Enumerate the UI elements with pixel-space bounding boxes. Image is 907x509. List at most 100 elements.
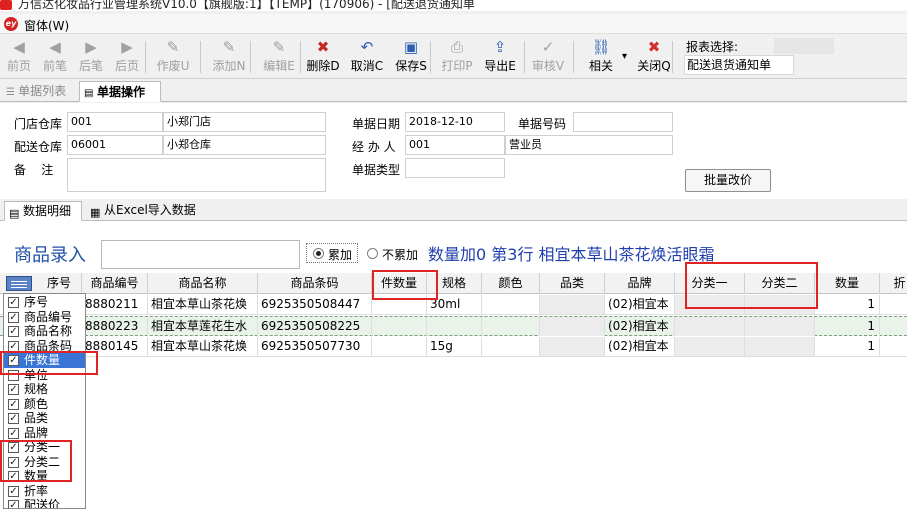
checkbox-checked-icon[interactable]: ✓ <box>8 384 19 395</box>
column-chooser-item[interactable]: ✓ 规格 <box>4 382 85 397</box>
col-header-name[interactable]: 商品名称 <box>148 273 258 294</box>
cell-qty[interactable]: 1 <box>815 317 880 336</box>
cell-brand[interactable]: (02)相宜本 <box>605 337 675 356</box>
checkbox-checked-icon[interactable]: ✓ <box>8 471 19 482</box>
batch-reprice-button[interactable]: 批量改价 <box>685 169 771 192</box>
dist-warehouse-code-input[interactable]: 06001 <box>67 135 163 155</box>
col-header-code[interactable]: 商品编号 <box>82 273 148 294</box>
close-button[interactable]: ✖ 关闭Q <box>636 37 672 77</box>
cancel-button[interactable]: ↶ 取消C <box>349 37 385 77</box>
cell-pieces[interactable] <box>372 337 427 356</box>
handler-name-input[interactable]: 营业员 <box>505 135 673 155</box>
checkbox-checked-icon[interactable]: ✓ <box>8 413 19 424</box>
cell-class1[interactable] <box>675 295 745 314</box>
column-chooser-item[interactable]: ✓ 配送价 <box>4 498 85 508</box>
column-chooser-item[interactable]: ✓ 商品条码 <box>4 339 85 354</box>
edit-button[interactable]: ✎ 编辑E <box>261 37 297 77</box>
checkbox-checked-icon[interactable]: ✓ <box>8 297 19 308</box>
checkbox-unchecked-icon[interactable] <box>8 369 19 381</box>
col-header-category[interactable]: 品类 <box>540 273 605 294</box>
col-header-color[interactable]: 颜色 <box>482 273 540 294</box>
column-chooser-item[interactable]: ✓ 商品编号 <box>4 310 85 325</box>
column-chooser-item[interactable]: ✓ 品牌 <box>4 426 85 441</box>
cell-qty[interactable]: 1 <box>815 295 880 314</box>
cell-discount[interactable] <box>880 337 907 356</box>
checkbox-checked-icon[interactable]: ✓ <box>8 442 19 453</box>
col-header-barcode[interactable]: 商品条码 <box>258 273 372 294</box>
col-header-qty[interactable]: 数量 <box>815 273 880 294</box>
column-chooser-item[interactable]: ✓ 件数量 <box>4 353 85 368</box>
tab-data-detail[interactable]: ▤ 数据明细 <box>4 201 82 221</box>
column-chooser-item[interactable]: ✓ 分类一 <box>4 440 85 455</box>
cell-category[interactable] <box>540 295 605 314</box>
remark-input[interactable] <box>67 158 326 192</box>
store-warehouse-name-input[interactable]: 小郑门店 <box>163 112 326 132</box>
tab-excel-import[interactable]: ▦ 从Excel导入数据 <box>86 201 204 221</box>
checkbox-checked-icon[interactable]: ✓ <box>8 456 19 468</box>
doc-number-input[interactable] <box>573 112 673 132</box>
col-header-class1[interactable]: 分类一 <box>675 273 745 294</box>
cell-barcode[interactable]: 6925350508447 <box>258 295 372 314</box>
cell-class1[interactable] <box>675 337 745 356</box>
checkbox-checked-icon[interactable]: ✓ <box>8 500 19 508</box>
cell-brand[interactable]: (02)相宜本 <box>605 295 675 314</box>
column-chooser-item[interactable]: ✓ 数量 <box>4 469 85 484</box>
tab-document-ops[interactable]: ▤ 单据操作 <box>79 81 161 102</box>
add-button[interactable]: ✎ 添加N <box>211 37 247 77</box>
doc-type-input[interactable] <box>405 158 505 178</box>
report-select-input[interactable]: 配送退货通知单 <box>684 55 794 75</box>
column-chooser-item[interactable]: ✓ 品类 <box>4 411 85 426</box>
doc-date-input[interactable]: 2018-12-10 <box>405 112 505 132</box>
cell-class2[interactable] <box>745 295 815 314</box>
cell-name[interactable]: 相宜本草莲花生水 <box>148 317 258 336</box>
cell-barcode[interactable]: 6925350507730 <box>258 337 372 356</box>
column-menu-icon[interactable] <box>6 276 32 291</box>
cell-pieces[interactable] <box>372 317 427 336</box>
cell-spec[interactable]: 30ml <box>427 295 482 314</box>
related-button[interactable]: ⛓ 相关 <box>583 37 619 77</box>
col-header-pieces[interactable]: 件数量 <box>372 273 427 294</box>
table-row[interactable]: 8880223 相宜本草莲花生水 6925350508225 (02)相宜本 1 <box>0 316 907 336</box>
checkbox-checked-icon[interactable]: ✓ <box>8 326 19 337</box>
checkbox-checked-icon[interactable]: ✓ <box>8 311 19 323</box>
col-header-discount[interactable]: 折 <box>880 273 907 294</box>
audit-button[interactable]: ✓ 审核V <box>530 37 566 77</box>
cell-category[interactable] <box>540 337 605 356</box>
prev-record-button[interactable]: ◀ 前笔 <box>37 37 73 77</box>
column-chooser-item[interactable]: ✓ 序号 <box>4 295 85 310</box>
checkbox-checked-icon[interactable]: ✓ <box>8 355 19 366</box>
col-header-brand[interactable]: 品牌 <box>605 273 675 294</box>
export-button[interactable]: ⇪ 导出E <box>482 37 518 77</box>
cell-code[interactable]: 8880223 <box>82 317 148 336</box>
col-header-class2[interactable]: 分类二 <box>745 273 815 294</box>
save-button[interactable]: ▣ 保存S <box>393 37 429 77</box>
table-row[interactable]: 8880145 相宜本草山茶花焕 6925350507730 15g (02)相宜本 1 <box>0 337 907 357</box>
cell-code[interactable]: 8880211 <box>82 295 148 314</box>
cell-name[interactable]: 相宜本草山茶花焕 <box>148 295 258 314</box>
print-button[interactable]: ⎙ 打印P <box>439 37 475 77</box>
next-record-button[interactable]: ▶ 后笔 <box>73 37 109 77</box>
prev-page-button[interactable]: ◀ 前页 <box>1 37 37 77</box>
cell-class2[interactable] <box>745 337 815 356</box>
column-chooser-item[interactable]: ✓ 颜色 <box>4 397 85 412</box>
product-entry-input[interactable] <box>101 240 300 269</box>
cell-barcode[interactable]: 6925350508225 <box>258 317 372 336</box>
cell-pieces[interactable] <box>372 295 427 314</box>
tab-document-list[interactable]: ☰ 单据列表 <box>2 81 76 102</box>
col-header-seq[interactable]: 序号 <box>37 273 82 294</box>
checkbox-checked-icon[interactable]: ✓ <box>8 398 19 410</box>
menu-window[interactable]: 窗体(W) <box>24 17 69 34</box>
dist-warehouse-name-input[interactable]: 小郑仓库 <box>163 135 326 155</box>
cell-color[interactable] <box>482 295 540 314</box>
column-chooser-item[interactable]: ✓ 折率 <box>4 484 85 499</box>
table-row[interactable]: 8880211 相宜本草山茶花焕 6925350508447 30ml (02)相宜本 1 <box>0 295 907 315</box>
cell-class1[interactable] <box>675 317 745 336</box>
checkbox-checked-icon[interactable]: ✓ <box>8 427 19 439</box>
cell-code[interactable]: 8880145 <box>82 337 148 356</box>
cell-color[interactable] <box>482 317 540 336</box>
related-dropdown-icon[interactable]: ▾ <box>622 51 627 62</box>
cell-class2[interactable] <box>745 317 815 336</box>
column-chooser-item[interactable]: ✓ 分类二 <box>4 455 85 470</box>
column-chooser-item[interactable]: 单位 <box>4 368 85 383</box>
cell-name[interactable]: 相宜本草山茶花焕 <box>148 337 258 356</box>
